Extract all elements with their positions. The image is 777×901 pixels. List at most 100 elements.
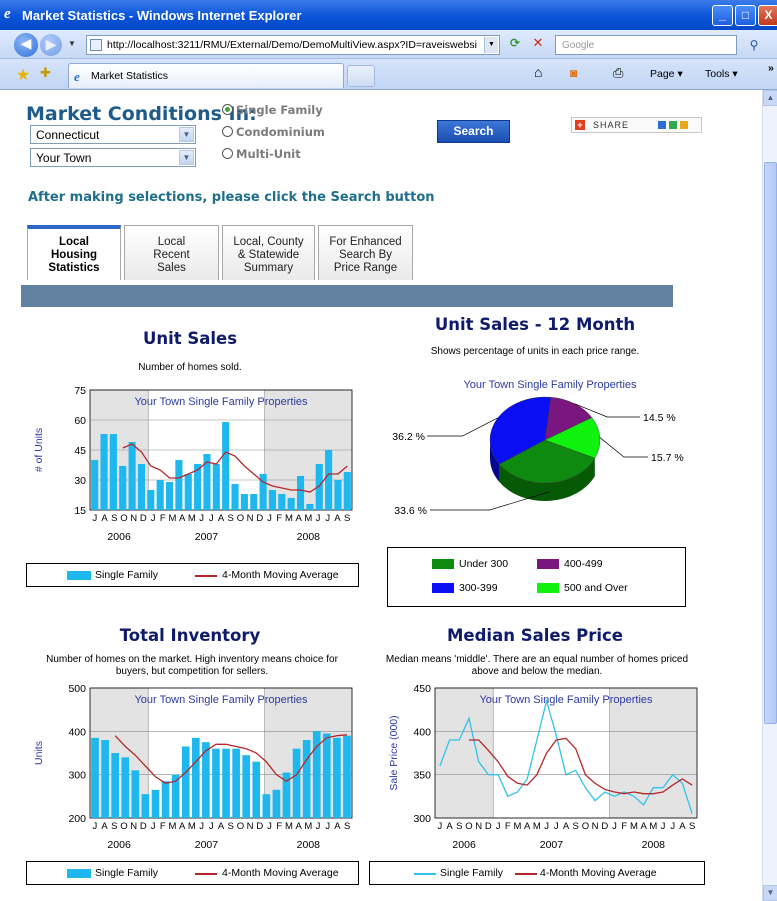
x-tick-label: J	[267, 821, 272, 832]
x-tick-label: F	[160, 513, 166, 524]
pie-data-label: 14.5 %	[643, 412, 676, 424]
legend-label: 500 and Over	[564, 582, 628, 594]
x-tick-label: S	[344, 821, 350, 832]
radio-label: Condominium	[236, 125, 325, 139]
browser-tab[interactable]: e Market Statistics	[68, 63, 344, 88]
radio-selected-icon[interactable]	[222, 104, 233, 115]
scroll-down-icon[interactable]: ▼	[763, 885, 777, 901]
maximize-button[interactable]: □	[735, 5, 756, 26]
share-label: SHARE	[593, 120, 630, 130]
chart-subtitle: Shows percentage of units in each price …	[430, 346, 640, 357]
x-tick-label: D	[485, 821, 492, 832]
more-commands[interactable]: »	[768, 62, 774, 74]
chevron-down-icon[interactable]: ▼	[179, 127, 194, 142]
x-tick-label: J	[554, 821, 559, 832]
tab-local-housing-statistics[interactable]: Local Housing Statistics	[27, 225, 121, 280]
bar	[165, 482, 174, 510]
minimize-button[interactable]: _	[712, 5, 733, 26]
y-tick-label: 200	[68, 813, 86, 825]
search-button[interactable]: Search	[437, 120, 510, 143]
year-label: 2006	[107, 839, 131, 851]
scroll-up-icon[interactable]: ▲	[763, 90, 777, 106]
radio-icon[interactable]	[222, 148, 233, 159]
unit-sales-legend: Single Family 4-Month Moving Average	[26, 563, 359, 587]
x-tick-label: O	[582, 821, 589, 832]
pie-data-label: 15.7 %	[651, 452, 684, 464]
recent-pages-dropdown-icon[interactable]: ▼	[68, 39, 76, 48]
y-tick-label: 45	[74, 445, 86, 457]
legend-swatch	[67, 869, 91, 878]
legend-swatch	[195, 873, 217, 875]
x-tick-label: N	[130, 513, 137, 524]
bar	[111, 753, 120, 818]
bar	[181, 746, 190, 818]
tab-label-line: Sales	[157, 262, 186, 274]
tab-label-line: Local, County	[233, 236, 304, 248]
page-icon	[90, 39, 102, 51]
bar	[242, 755, 251, 818]
y-axis-label: Units	[33, 741, 45, 765]
year-label: 2007	[195, 839, 219, 851]
scrollbar-thumb[interactable]	[764, 162, 777, 724]
stop-icon[interactable]: ✕	[529, 36, 547, 54]
bar	[268, 490, 277, 510]
search-input[interactable]: Google	[555, 35, 737, 55]
y-tick-label: 300	[68, 770, 86, 782]
chart-title: Total Inventory	[119, 626, 261, 645]
back-button[interactable]: ◀	[14, 33, 38, 57]
close-button[interactable]: X	[758, 5, 777, 26]
x-tick-label: A	[295, 513, 302, 524]
plus-icon: +	[575, 120, 585, 130]
tab-enhanced-search-by-price-range[interactable]: For Enhanced Search By Price Range	[318, 225, 413, 280]
town-select[interactable]: Your Town ▼	[30, 148, 196, 167]
search-icon[interactable]: ⚲	[744, 35, 764, 55]
share-button[interactable]: + SHARE	[571, 117, 702, 133]
x-tick-label: D	[140, 821, 147, 832]
y-tick-label: 400	[413, 726, 431, 738]
bar	[151, 789, 160, 818]
radio-condominium[interactable]: Condominium	[222, 125, 325, 139]
x-tick-label: D	[140, 513, 147, 524]
x-tick-label: N	[475, 821, 482, 832]
tab-label-line: For Enhanced	[329, 236, 402, 248]
bar	[184, 474, 192, 510]
x-tick-label: A	[179, 821, 186, 832]
x-tick-label: S	[111, 513, 117, 524]
ie-page-icon: e	[74, 69, 80, 84]
x-tick-label: F	[621, 821, 627, 832]
new-tab-button[interactable]	[347, 65, 375, 87]
print-icon[interactable]: ⎙	[613, 65, 623, 81]
home-icon[interactable]: ⌂	[534, 64, 542, 80]
legend-swatch	[537, 559, 559, 569]
address-dropdown-icon[interactable]: ▼	[484, 37, 498, 53]
refresh-icon[interactable]: ⟳	[505, 36, 525, 54]
page-menu[interactable]: Page ▾	[650, 68, 683, 80]
x-tick-label: M	[188, 513, 196, 524]
favorites-star-icon[interactable]: ★	[16, 65, 30, 85]
y-tick-label: 350	[413, 770, 431, 782]
tab-local-recent-sales[interactable]: Local Recent Sales	[124, 225, 219, 280]
bar	[262, 794, 271, 818]
tools-menu[interactable]: Tools ▾	[705, 68, 738, 80]
radio-multi-unit[interactable]: Multi-Unit	[222, 147, 301, 161]
y-tick-label: 75	[74, 385, 86, 397]
bar	[121, 757, 130, 818]
state-select[interactable]: Connecticut ▼	[30, 125, 196, 144]
forward-button[interactable]: ▶	[40, 34, 62, 56]
address-input[interactable]: http://localhost:3211/RMU/External/Demo/…	[86, 35, 500, 55]
pie-leader-line	[599, 437, 648, 458]
x-tick-label: O	[465, 821, 472, 832]
bar	[292, 748, 301, 818]
chevron-down-icon[interactable]: ▼	[179, 150, 194, 165]
radio-icon[interactable]	[222, 126, 233, 137]
bar	[250, 494, 258, 510]
bar	[91, 737, 99, 818]
chart-title: Median Sales Price	[447, 626, 623, 645]
radio-single-family[interactable]: Single Family	[222, 103, 323, 117]
tab-local-county-statewide-summary[interactable]: Local, County & Statewide Summary	[222, 225, 315, 280]
tab-label-line: Local	[58, 236, 90, 248]
add-favorites-icon[interactable]: ✚	[40, 65, 51, 81]
x-tick-label: M	[169, 821, 177, 832]
feeds-icon[interactable]: ◙	[570, 66, 577, 80]
vertical-scrollbar[interactable]: ▲ ▼	[762, 90, 777, 901]
